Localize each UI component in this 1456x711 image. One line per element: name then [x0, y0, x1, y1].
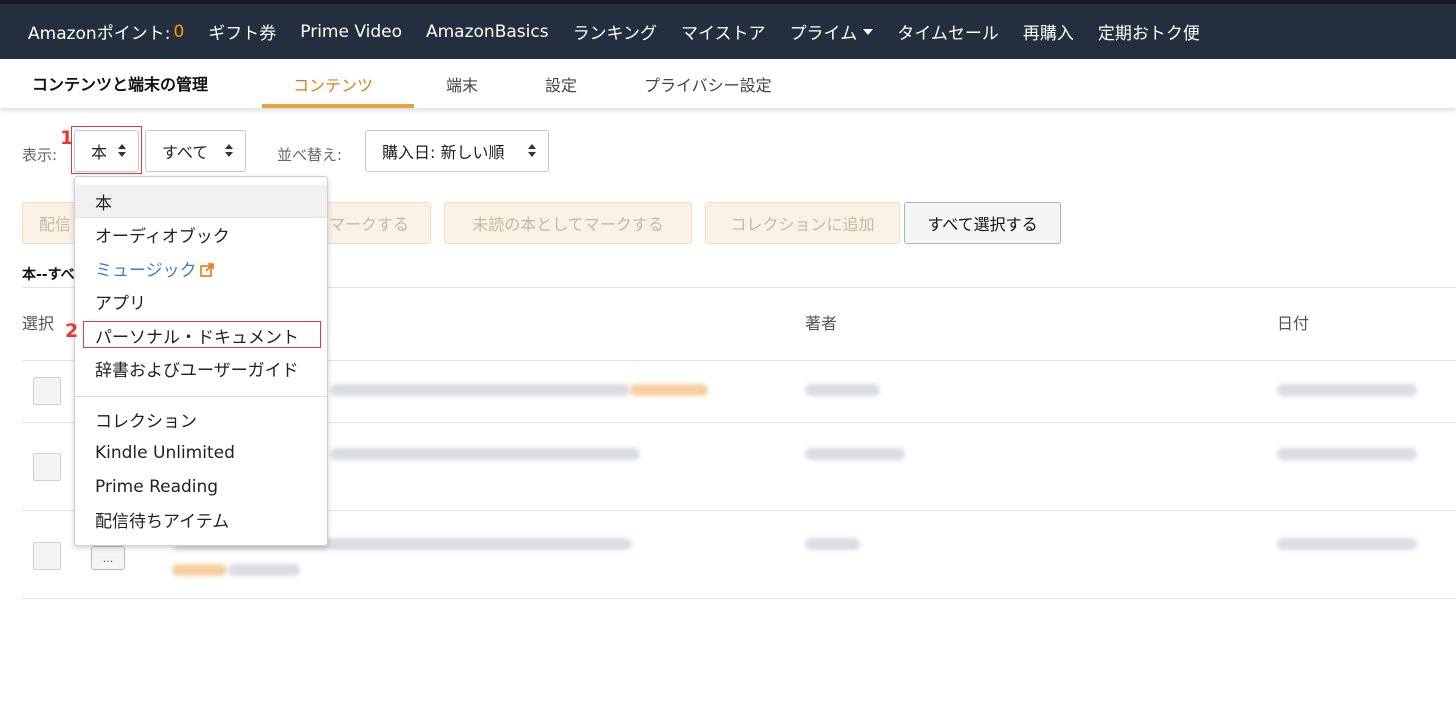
scope-select[interactable]: すべて	[145, 130, 246, 172]
column-select: 選択	[22, 314, 55, 333]
nav-subscribe-save[interactable]: 定期おトク便	[1098, 19, 1200, 44]
points-label: Amazonポイント:	[28, 24, 171, 44]
nav-amazonbasics[interactable]: AmazonBasics	[426, 22, 549, 42]
nav-rebuy[interactable]: 再購入	[1023, 19, 1074, 44]
blurred-badge	[630, 384, 708, 396]
top-nav: Amazonポイント: 0 ギフト券 Prime Video AmazonBas…	[0, 0, 1456, 59]
tab-devices[interactable]: 端末	[446, 72, 478, 96]
dropdown-item-music[interactable]: ミュージック	[75, 252, 327, 285]
dropdown-separator	[75, 396, 327, 397]
nav-prime-video[interactable]: Prime Video	[300, 22, 402, 42]
dropdown-item-pending-deliveries[interactable]: 配信待ちアイテム	[75, 503, 327, 536]
row-checkbox[interactable]	[33, 377, 61, 405]
external-link-icon	[199, 262, 214, 277]
row-checkbox[interactable]	[33, 453, 61, 481]
blurred-date	[1277, 448, 1417, 460]
tab-content[interactable]: コンテンツ	[293, 72, 373, 96]
display-label: 表示:	[22, 146, 58, 164]
updown-icon	[528, 144, 536, 158]
dropdown-item-kindle-unlimited[interactable]: Kindle Unlimited	[75, 436, 327, 469]
caret-down-icon	[863, 28, 874, 35]
scope-value: すべて	[162, 143, 209, 162]
divider	[22, 598, 1456, 599]
content-type-value: 本	[91, 143, 108, 162]
mark-unread-button[interactable]: 未読の本としてマークする	[444, 202, 692, 244]
row-checkbox[interactable]	[33, 542, 61, 570]
column-author[interactable]: 著者	[805, 310, 837, 334]
updown-icon	[225, 144, 233, 158]
blurred-badge	[172, 564, 227, 576]
blurred-author	[805, 448, 905, 460]
blurred-title	[330, 448, 640, 460]
blurred-date	[1277, 538, 1417, 550]
nav-prime[interactable]: プライム	[790, 19, 874, 44]
dropdown-item-books[interactable]: 本	[75, 185, 327, 218]
column-date[interactable]: 日付	[1277, 310, 1309, 334]
blurred-date	[1277, 384, 1417, 396]
dropdown-item-apps[interactable]: アプリ	[75, 285, 327, 318]
blurred-title	[330, 384, 630, 396]
blurred-subtitle	[228, 564, 300, 576]
dropdown-item-audiobooks[interactable]: オーディオブック	[75, 218, 327, 251]
nav-timesale[interactable]: タイムセール	[897, 19, 999, 44]
page-title: コンテンツと端末の管理	[32, 75, 209, 94]
tab-privacy-settings[interactable]: プライバシー設定	[644, 72, 772, 96]
blurred-author	[805, 384, 880, 396]
sort-label: 並べ替え:	[277, 146, 343, 164]
blurred-author	[805, 538, 860, 550]
sort-value: 購入日: 新しい順	[382, 143, 505, 162]
step-2-highlight	[83, 321, 321, 348]
amazon-points-link[interactable]: Amazonポイント: 0	[28, 19, 185, 45]
sub-nav: コンテンツと端末の管理 コンテンツ 端末 設定 プライバシー設定	[0, 59, 1456, 108]
active-tab-indicator	[262, 104, 414, 108]
add-to-collection-button[interactable]: コレクションに追加	[705, 202, 900, 244]
more-options-button[interactable]: ...	[91, 546, 125, 570]
mark-read-button[interactable]: マークする	[318, 202, 431, 244]
dropdown-item-music-label: ミュージック	[95, 261, 197, 281]
dropdown-item-prime-reading[interactable]: Prime Reading	[75, 470, 327, 503]
points-value: 0	[173, 21, 185, 42]
select-all-button[interactable]: すべて選択する	[904, 202, 1061, 244]
content-type-dropdown: 本 オーディオブック ミュージック アプリ パーソナル・ドキュメント 辞書および…	[74, 176, 328, 546]
nav-my-store[interactable]: マイストア	[681, 19, 766, 44]
step-2-marker: 2	[65, 320, 79, 342]
dropdown-item-dictionaries[interactable]: 辞書およびユーザーガイド	[75, 352, 327, 385]
nav-ranking[interactable]: ランキング	[573, 19, 658, 44]
dropdown-item-collections[interactable]: コレクション	[75, 403, 327, 436]
sort-select[interactable]: 購入日: 新しい順	[365, 130, 549, 172]
tab-settings[interactable]: 設定	[545, 72, 577, 96]
nav-gift-cards[interactable]: ギフト券	[208, 19, 276, 44]
deliver-button[interactable]: 配信	[22, 202, 82, 244]
section-title: 本--すべ	[22, 267, 75, 283]
content-type-select[interactable]: 本	[74, 130, 139, 172]
nav-prime-label: プライム	[789, 24, 858, 44]
updown-icon	[118, 144, 126, 158]
